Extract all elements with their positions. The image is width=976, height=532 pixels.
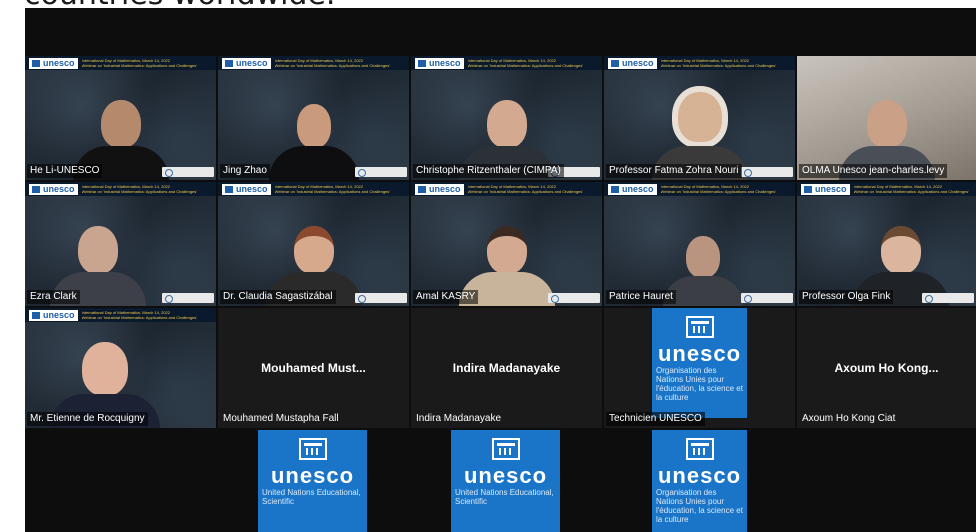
- math-day-logo-icon: [162, 293, 214, 303]
- participant-tile-amal-kasry[interactable]: unesco International Day of Mathematics,…: [411, 182, 602, 306]
- participant-name: Technicien UNESCO: [606, 412, 705, 426]
- unesco-temple-icon: [804, 185, 812, 193]
- participant-name: Axoum Ho Kong Ciat: [802, 413, 896, 424]
- participant-tile-etienne-de-rocquigny[interactable]: unesco International Day of Mathematics,…: [25, 308, 216, 428]
- unesco-banner: unesco International Day of Mathematics,…: [25, 56, 216, 70]
- unesco-temple-icon: [32, 59, 40, 67]
- math-day-logo-icon: [741, 293, 793, 303]
- participant-tile-claudia-sagastizabal[interactable]: unesco International Day of Mathematics,…: [218, 182, 409, 306]
- math-day-logo-icon: [741, 167, 793, 177]
- participant-tile-olga-fink[interactable]: unesco International Day of Mathematics,…: [797, 182, 976, 306]
- unesco-banner: unesco International Day of Mathematics,…: [218, 56, 409, 70]
- unesco-temple-icon: [298, 438, 327, 460]
- unesco-logo: unesco: [415, 183, 464, 195]
- participant-name: He Li-UNESCO: [27, 164, 103, 178]
- participant-tile-patrice-hauret[interactable]: unesco International Day of Mathematics,…: [604, 182, 795, 306]
- participant-name: Professor Fatma Zohra Nouri: [606, 164, 742, 178]
- unesco-logo: unesco: [29, 183, 78, 195]
- participant-name: OLMA Unesco jean-charles.levy: [799, 164, 948, 178]
- participant-name: Dr. Claudia Sagastizábal: [220, 290, 336, 304]
- unesco-temple-icon: [32, 311, 40, 319]
- unesco-logo-card: unesco United Nations Educational, Scien…: [451, 430, 560, 532]
- unesco-banner: unesco International Day of Mathematics,…: [25, 182, 216, 196]
- math-day-logo-icon: [922, 293, 974, 303]
- unesco-logo-card: unesco United Nations Educational, Scien…: [258, 430, 367, 532]
- unesco-temple-icon: [685, 438, 714, 460]
- participant-name: Christophe Ritzenthaler (CIMPA): [413, 164, 564, 178]
- unesco-logo: unesco: [608, 183, 657, 195]
- participant-tile-axoum-ho-kong-ciat[interactable]: Axoum Ho Kong... Axoum Ho Kong Ciat: [797, 308, 976, 428]
- math-day-logo-icon: [355, 293, 407, 303]
- participant-name: Indira Madanayake: [416, 413, 502, 424]
- math-day-logo-icon: [162, 167, 214, 177]
- participant-name: Professor Olga Fink: [799, 290, 894, 304]
- participant-name: Mouhamed Mustapha Fall: [223, 413, 339, 424]
- unesco-temple-icon: [611, 59, 619, 67]
- unesco-banner: unesco International Day of Mathematics,…: [411, 182, 602, 196]
- unesco-temple-icon: [225, 59, 233, 67]
- unesco-banner: unesco International Day of Mathematics,…: [411, 56, 602, 70]
- unesco-logo: unesco: [29, 57, 78, 69]
- participant-name: Ezra Clark: [27, 290, 80, 304]
- participant-display-name: Axoum Ho Kong...: [834, 361, 939, 375]
- math-day-logo-icon: [355, 167, 407, 177]
- unesco-banner: unesco International Day of Mathematics,…: [604, 56, 795, 70]
- unesco-logo: unesco: [29, 309, 78, 321]
- participant-tile-mouhamed-mustapha-fall[interactable]: Mouhamed Must... Mouhamed Mustapha Fall: [218, 308, 409, 428]
- math-day-logo-icon: [548, 293, 600, 303]
- participant-tile-christophe-ritzenthaler[interactable]: unesco International Day of Mathematics,…: [411, 56, 602, 180]
- participant-video: [268, 104, 359, 180]
- participant-name: Jing Zhao: [220, 164, 270, 178]
- unesco-temple-icon: [611, 185, 619, 193]
- unesco-temple-icon: [225, 185, 233, 193]
- unesco-temple-icon: [491, 438, 520, 460]
- unesco-banner: unesco International Day of Mathematics,…: [797, 182, 976, 196]
- unesco-temple-icon: [32, 185, 40, 193]
- participant-name: Amal KASRY: [413, 290, 479, 304]
- unesco-temple-icon: [685, 316, 714, 338]
- participant-tile-fatma-zohra-nouri[interactable]: unesco International Day of Mathematics,…: [604, 56, 795, 180]
- participant-display-name: Mouhamed Must...: [261, 361, 366, 375]
- unesco-logo: unesco: [415, 57, 464, 69]
- unesco-temple-icon: [418, 185, 426, 193]
- participant-tile-technicien-unesco[interactable]: unesco Organisation des Nations Unies po…: [604, 308, 795, 428]
- unesco-banner: unesco International Day of Mathematics,…: [25, 308, 216, 322]
- unesco-logo-card: unesco Organisation des Nations Unies po…: [652, 430, 747, 532]
- participant-tile-he-li[interactable]: unesco International Day of Mathematics,…: [25, 56, 216, 180]
- unesco-logo: unesco: [608, 57, 657, 69]
- participant-tile-jing-zhao[interactable]: unesco International Day of Mathematics,…: [218, 56, 409, 180]
- participant-display-name: Indira Madanayake: [452, 361, 561, 375]
- participant-name: Mr. Etienne de Rocquigny: [27, 412, 148, 426]
- unesco-logo: unesco: [222, 57, 271, 69]
- video-conference-grid: unesco International Day of Mathematics,…: [25, 8, 976, 532]
- participant-tile-olma-unesco[interactable]: OLMA Unesco jean-charles.levy: [797, 56, 976, 180]
- participant-name: Patrice Hauret: [606, 290, 676, 304]
- caption-text: countries worldwide.: [0, 0, 976, 8]
- unesco-logo-card: unesco Organisation des Nations Unies po…: [652, 308, 747, 418]
- unesco-logo: unesco: [222, 183, 271, 195]
- unesco-temple-icon: [418, 59, 426, 67]
- participant-tile-indira-madanayake[interactable]: Indira Madanayake Indira Madanayake: [411, 308, 602, 428]
- unesco-banner: unesco International Day of Mathematics,…: [604, 182, 795, 196]
- unesco-logo: unesco: [801, 183, 850, 195]
- unesco-banner: unesco International Day of Mathematics,…: [218, 182, 409, 196]
- participant-tile-ezra-clark[interactable]: unesco International Day of Mathematics,…: [25, 182, 216, 306]
